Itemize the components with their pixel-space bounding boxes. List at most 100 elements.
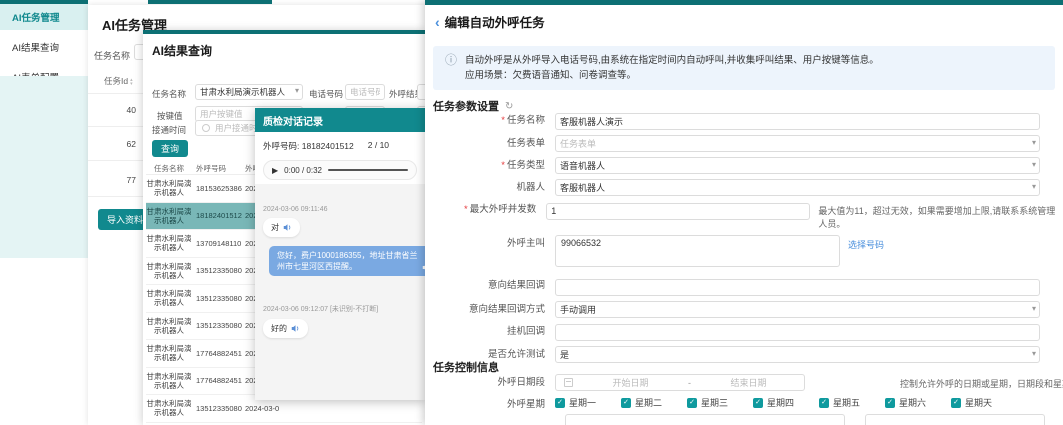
speaker-icon[interactable] [291, 324, 300, 333]
robot-select[interactable]: 客服机器人▾ [555, 179, 1040, 196]
cell-phone: 18153625386 [196, 184, 241, 193]
field-label: *任务名称 [425, 112, 555, 127]
sidebar-item-AI结果查询[interactable]: AI结果查询 [0, 34, 88, 60]
filter-time-label: 接通时间 [152, 124, 186, 136]
sort-icon[interactable]: ▴▾ [130, 78, 133, 86]
cell-task-name: 甘肃水利局演示机器人 [146, 372, 192, 390]
week-option-label: 星期六 [899, 396, 926, 409]
qc-dialog-meta: 外呼号码: 18182401512 2 / 10 [255, 132, 425, 152]
clock-icon [202, 124, 210, 132]
checkbox-checked-icon[interactable]: ✓ [555, 398, 565, 408]
task-panel-top-accent [148, 0, 272, 4]
back-icon[interactable]: ‹ [435, 16, 440, 28]
edit-panel-header: ‹ 编辑自动外呼任务 [435, 12, 545, 31]
cell-phone: 18182401512 [196, 211, 241, 220]
select-number-link[interactable]: 选择号码 [840, 235, 884, 251]
chevron-down-icon: ▾ [1032, 304, 1036, 313]
task-name-input[interactable] [555, 113, 1040, 130]
message-text: 您好，费户1000186355，地址甘肃省兰州市七里河区西提醒。 [277, 250, 418, 272]
week-option-星期五[interactable]: ✓ 星期五 [819, 396, 875, 409]
clipped-input[interactable] [565, 414, 845, 425]
intent-callback-input[interactable] [555, 279, 1040, 296]
checkbox-checked-icon[interactable]: ✓ [621, 398, 631, 408]
selected-value: 客服机器人 [560, 181, 605, 194]
week-option-label: 星期三 [701, 396, 728, 409]
field-label: 外呼主叫 [425, 235, 555, 250]
caller-number-textarea[interactable] [555, 235, 840, 267]
week-option-星期二[interactable]: ✓ 星期二 [621, 396, 677, 409]
play-icon[interactable]: ▶ [272, 166, 278, 175]
checkbox-checked-icon[interactable]: ✓ [885, 398, 895, 408]
week-option-星期一[interactable]: ✓ 星期一 [555, 396, 611, 409]
selected-value: 任务表单 [560, 137, 596, 150]
week-label: 外呼星期 [425, 396, 555, 411]
speaker-icon[interactable] [283, 223, 292, 232]
week-option-星期六[interactable]: ✓ 星期六 [885, 396, 941, 409]
agent-message-bubble: 对 [263, 218, 300, 237]
form-row-robot: 机器人客服机器人▾ [425, 179, 1063, 196]
result-panel-top-accent [143, 30, 425, 34]
message-timestamp: 2024-03-06 09:12:07 [未识别-不打断] [263, 304, 417, 314]
max-concurrency-input[interactable] [546, 203, 810, 220]
form-row-max-concurrency: *最大外呼并发数最大值为11，超过无效，如果需要增加上限,请联系系统管理人员。 [425, 201, 1063, 230]
form-row-task-name: *任务名称 [425, 112, 1063, 130]
week-option-label: 星期二 [635, 396, 662, 409]
task-form-select[interactable]: 任务表单▾ [555, 135, 1040, 152]
progress-bar[interactable] [328, 169, 408, 171]
play-time: 0:00 / 0:32 [284, 166, 322, 175]
call-number: 外呼号码: 18182401512 [263, 140, 354, 152]
bot-message-bubble: 您好，费户1000186355，地址甘肃省兰州市七里河区西提醒。 [269, 246, 425, 276]
task-name-label: 任务名称 [94, 49, 130, 62]
edit-panel-title: 编辑自动外呼任务 [445, 12, 545, 31]
selected-value: 语音机器人 [560, 159, 605, 172]
filter-phone-input[interactable] [345, 84, 385, 100]
intent-callback-mode-select[interactable]: 手动调用▾ [555, 301, 1040, 318]
cell-task-name: 甘肃水利局演示机器人 [146, 289, 192, 307]
cell-phone: 13512335080 [196, 294, 241, 303]
week-option-星期四[interactable]: ✓星期四 [753, 396, 809, 409]
form-row-allow-test: 是否允许测试是▾ [425, 346, 1063, 363]
agent-message-bubble: 好的 [263, 319, 308, 338]
filter-task-name-select[interactable]: 甘肃水利局演示机器人▾ [195, 84, 303, 100]
checkbox-checked-icon[interactable]: ✓ [753, 398, 763, 408]
week-option-label: 星期一 [569, 396, 596, 409]
qc-dialog-header: 质检对话记录 [255, 108, 425, 132]
checkbox-checked-icon[interactable]: ✓ [687, 398, 697, 408]
cell-phone: 13512335080 [196, 266, 241, 275]
edit-panel-top-accent [425, 0, 1063, 5]
filter-phone-label: 电话号码 [309, 88, 343, 100]
pager[interactable]: 2 / 10 [368, 140, 389, 152]
field-label: 任务表单 [425, 135, 555, 150]
week-option-星期三[interactable]: ✓ 星期三 [687, 396, 743, 409]
qc-dialog-title: 质检对话记录 [263, 113, 323, 128]
chat-transcript: 2024-03-06 09:11:46对您好，费户1000186355，地址甘肃… [255, 184, 425, 400]
checkbox-checked-icon[interactable]: ✓ [951, 398, 961, 408]
filter-task-name-label: 任务名称 [152, 88, 186, 100]
info-alert: ⓘ 自动外呼是从外呼导入电话号码,由系统在指定时间内自动呼叫,并收集呼叫结果、用… [433, 46, 1055, 90]
clipped-input[interactable] [865, 414, 1045, 425]
checkbox-checked-icon[interactable]: ✓ [819, 398, 829, 408]
result-query-title: AI结果查询 [152, 42, 212, 59]
cell-task-name: 甘肃水利局演示机器人 [146, 179, 192, 197]
date-range-input[interactable]: 开始日期 - 结束日期 [555, 374, 805, 391]
task-type-select[interactable]: 语音机器人 ▾ [555, 157, 1040, 174]
form-row-intent-callback: 意向结果回调 [425, 277, 1063, 296]
cell-call-time: 2024-03-0 [245, 404, 307, 413]
required-mark: * [464, 204, 468, 215]
allow-test-select[interactable]: 是▾ [555, 346, 1040, 363]
filter-key-label: 按键值 [157, 110, 183, 122]
query-button[interactable]: 查询 [152, 140, 188, 157]
field-label: 意向结果回调方式 [425, 301, 555, 316]
task-id-column-header[interactable]: 任务Id▴▾ [104, 75, 133, 87]
field-label: 挂机回调 [425, 323, 555, 338]
sidebar-background-block [0, 76, 88, 258]
date-range-helper: 控制允许外呼的日期或星期，日期段和星期必选一个，也可以同时选择 [900, 377, 1063, 390]
form-row-task-form: 任务表单任务表单▾ [425, 135, 1063, 152]
sidebar-item-AI任务管理[interactable]: AI任务管理 [0, 4, 88, 30]
refresh-icon[interactable]: ↻ [505, 101, 513, 112]
week-option-星期天[interactable]: ✓星期天 [951, 396, 1007, 409]
chevron-down-icon: ▾ [1032, 160, 1036, 169]
date-range-label: 外呼日期段 [425, 374, 555, 389]
hangup-callback-input[interactable] [555, 324, 1040, 341]
week-option-label: 星期五 [833, 396, 860, 409]
